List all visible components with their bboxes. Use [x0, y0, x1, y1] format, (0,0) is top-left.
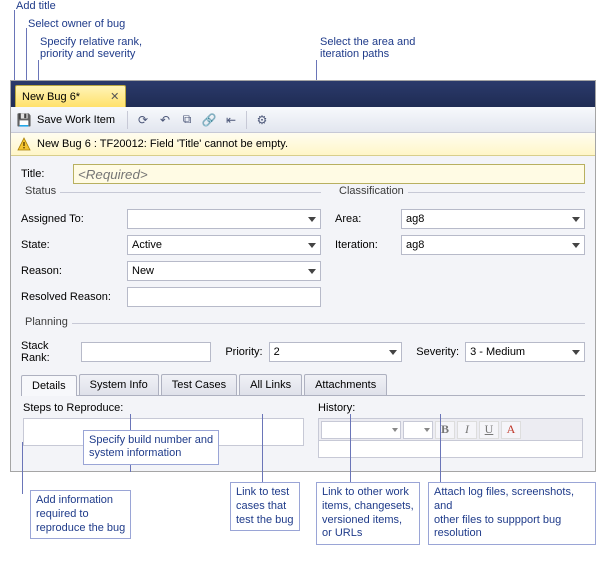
stack-rank-input[interactable] — [81, 342, 211, 362]
callout-add-title: Add title — [16, 0, 56, 12]
document-tab[interactable]: New Bug 6* ✕ — [15, 85, 126, 107]
form-body: Title: Status Assigned To: State: Active — [11, 156, 595, 471]
copy-icon[interactable]: ⧉ — [178, 111, 196, 129]
iteration-label: Iteration: — [335, 239, 395, 251]
callout-other-links: Link to other work items, changesets, ve… — [316, 482, 420, 545]
italic-button[interactable]: I — [457, 421, 477, 439]
state-combo[interactable]: Active — [127, 235, 321, 255]
save-button[interactable]: Save Work Item — [37, 114, 115, 126]
bottom-callouts: Add information required to reproduce th… — [10, 472, 596, 562]
area-combo[interactable]: ag8 — [401, 209, 585, 229]
close-icon[interactable]: ✕ — [110, 90, 119, 103]
title-label: Title: — [21, 168, 67, 180]
priority-combo[interactable]: 2 — [269, 342, 403, 362]
chevron-down-icon — [424, 428, 430, 432]
reason-combo[interactable]: New — [127, 261, 321, 281]
title-input[interactable] — [73, 164, 585, 184]
tab-attachments[interactable]: Attachments — [304, 374, 387, 395]
font-family-combo[interactable] — [321, 421, 401, 439]
planning-group: Planning Stack Rank: Priority: 2 Severit… — [21, 323, 585, 364]
resolved-reason-input[interactable] — [127, 287, 321, 307]
assigned-to-label: Assigned To: — [21, 213, 121, 225]
callout-select-owner: Select owner of bug — [28, 18, 125, 30]
chevron-down-icon — [572, 350, 580, 355]
planning-group-title: Planning — [21, 316, 72, 328]
callout-test-cases: Link to test cases that test the bug — [230, 482, 300, 531]
classification-group: Classification Area: ag8 Iteration: ag8 — [335, 192, 585, 313]
chevron-down-icon — [308, 217, 316, 222]
history-label: History: — [318, 402, 583, 414]
validation-warning-bar: New Bug 6 : TF20012: Field 'Title' canno… — [11, 133, 595, 156]
callout-build-info: Specify build number and system informat… — [83, 430, 219, 466]
callout-reproduce: Add information required to reproduce th… — [30, 490, 131, 539]
detail-tabs: Details System Info Test Cases All Links… — [21, 374, 585, 396]
state-value: Active — [132, 239, 162, 251]
classification-group-title: Classification — [335, 185, 408, 197]
severity-combo[interactable]: 3 - Medium — [465, 342, 585, 362]
chevron-down-icon — [389, 350, 397, 355]
severity-label: Severity: — [416, 346, 459, 358]
toolbar: 💾 Save Work Item ⟳ ↶ ⧉ 🔗 ⇤ ⚙ — [11, 107, 595, 133]
validation-warning-text: New Bug 6 : TF20012: Field 'Title' canno… — [37, 138, 288, 150]
save-icon[interactable]: 💾 — [15, 111, 33, 129]
process-icon[interactable]: ⚙ — [253, 111, 271, 129]
state-label: State: — [21, 239, 121, 251]
document-tab-title: New Bug 6* — [22, 91, 80, 103]
history-input[interactable] — [318, 440, 583, 458]
link-icon[interactable]: 🔗 — [200, 111, 218, 129]
reason-label: Reason: — [21, 265, 121, 277]
tab-details[interactable]: Details — [21, 375, 77, 396]
iteration-value: ag8 — [406, 239, 424, 251]
assigned-to-combo[interactable] — [127, 209, 321, 229]
status-group-title: Status — [21, 185, 60, 197]
undo-icon[interactable]: ↶ — [156, 111, 174, 129]
stack-rank-label: Stack Rank: — [21, 340, 75, 364]
resolved-reason-label: Resolved Reason: — [21, 291, 121, 303]
history-rich-toolbar: B I U A — [318, 418, 583, 440]
chevron-down-icon — [572, 243, 580, 248]
warning-icon — [17, 137, 31, 151]
outdent-icon[interactable]: ⇤ — [222, 111, 240, 129]
underline-button[interactable]: U — [479, 421, 499, 439]
tab-test-cases[interactable]: Test Cases — [161, 374, 237, 395]
top-callouts: Add title Select owner of bug Specify re… — [0, 0, 606, 80]
reason-value: New — [132, 265, 154, 277]
callout-rank-prio: Specify relative rank, priority and seve… — [40, 36, 142, 60]
bold-button[interactable]: B — [435, 421, 455, 439]
status-group: Status Assigned To: State: Active — [21, 192, 321, 313]
tab-system-info[interactable]: System Info — [79, 374, 159, 395]
document-tab-strip: New Bug 6* ✕ — [11, 81, 595, 107]
chevron-down-icon — [572, 217, 580, 222]
toolbar-separator — [127, 111, 128, 129]
font-color-button[interactable]: A — [501, 421, 521, 439]
area-label: Area: — [335, 213, 395, 225]
callout-area-iter: Select the area and iteration paths — [320, 36, 415, 60]
tab-all-links[interactable]: All Links — [239, 374, 302, 395]
severity-value: 3 - Medium — [470, 346, 525, 358]
font-size-combo[interactable] — [403, 421, 433, 439]
chevron-down-icon — [392, 428, 398, 432]
priority-value: 2 — [274, 346, 280, 358]
area-value: ag8 — [406, 213, 424, 225]
chevron-down-icon — [308, 269, 316, 274]
callout-attach: Attach log files, screenshots, and other… — [428, 482, 596, 545]
work-item-window: New Bug 6* ✕ 💾 Save Work Item ⟳ ↶ ⧉ 🔗 ⇤ … — [10, 80, 596, 472]
toolbar-separator — [246, 111, 247, 129]
steps-label: Steps to Reproduce: — [23, 402, 304, 414]
refresh-icon[interactable]: ⟳ — [134, 111, 152, 129]
chevron-down-icon — [308, 243, 316, 248]
iteration-combo[interactable]: ag8 — [401, 235, 585, 255]
priority-label: Priority: — [225, 346, 262, 358]
